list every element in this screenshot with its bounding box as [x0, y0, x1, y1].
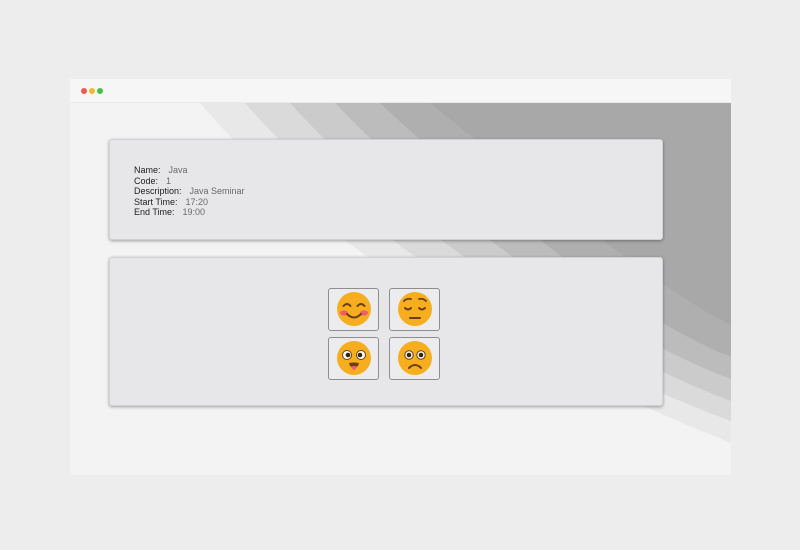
event-name-label: Name: — [134, 165, 161, 175]
event-start-time-value: 17:20 — [185, 196, 209, 207]
frowning-face-icon — [398, 341, 432, 375]
window-titlebar — [70, 79, 731, 103]
event-start-time-row: Start Time: 17:20 — [134, 197, 245, 208]
feedback-happy-button[interactable] — [328, 288, 379, 331]
event-end-time-value: 19:00 — [182, 207, 206, 217]
feedback-playful-button[interactable] — [328, 337, 379, 380]
browser-window: Name: Java Code: 1 Description: Java Semina… — [70, 79, 731, 475]
event-code-row: Code: 1 — [134, 176, 245, 187]
event-end-time-label: End Time: — [134, 207, 175, 217]
smiling-blushing-face-icon — [337, 292, 371, 326]
feedback-unhappy-button[interactable] — [389, 337, 440, 380]
minimize-window-button[interactable] — [89, 88, 95, 94]
event-code-label: Code: — [134, 175, 159, 186]
maximize-window-button[interactable] — [97, 88, 103, 94]
event-name-value: Java — [168, 165, 188, 175]
face-with-tongue-icon — [337, 341, 371, 375]
event-details-list: Name: Java Code: 1 Description: Java Semina… — [134, 165, 245, 218]
pensive-face-icon — [398, 292, 432, 326]
event-start-time-label: Start Time: — [134, 196, 178, 207]
event-code-value: 1 — [166, 175, 172, 186]
feedback-sad-button[interactable] — [389, 288, 440, 331]
event-description-value: Java Seminar — [189, 186, 245, 196]
event-name-row: Name: Java — [134, 165, 245, 176]
event-end-time-row: End Time: 19:00 — [134, 207, 245, 218]
event-description-label: Description: — [134, 186, 182, 196]
close-window-button[interactable] — [81, 88, 87, 94]
feedback-card — [109, 257, 663, 406]
event-description-row: Description: Java Seminar — [134, 186, 245, 197]
feedback-emoji-grid — [328, 288, 444, 382]
event-details-card: Name: Java Code: 1 Description: Java Semina… — [109, 139, 663, 240]
page-content: Name: Java Code: 1 Description: Java Semina… — [70, 103, 731, 475]
